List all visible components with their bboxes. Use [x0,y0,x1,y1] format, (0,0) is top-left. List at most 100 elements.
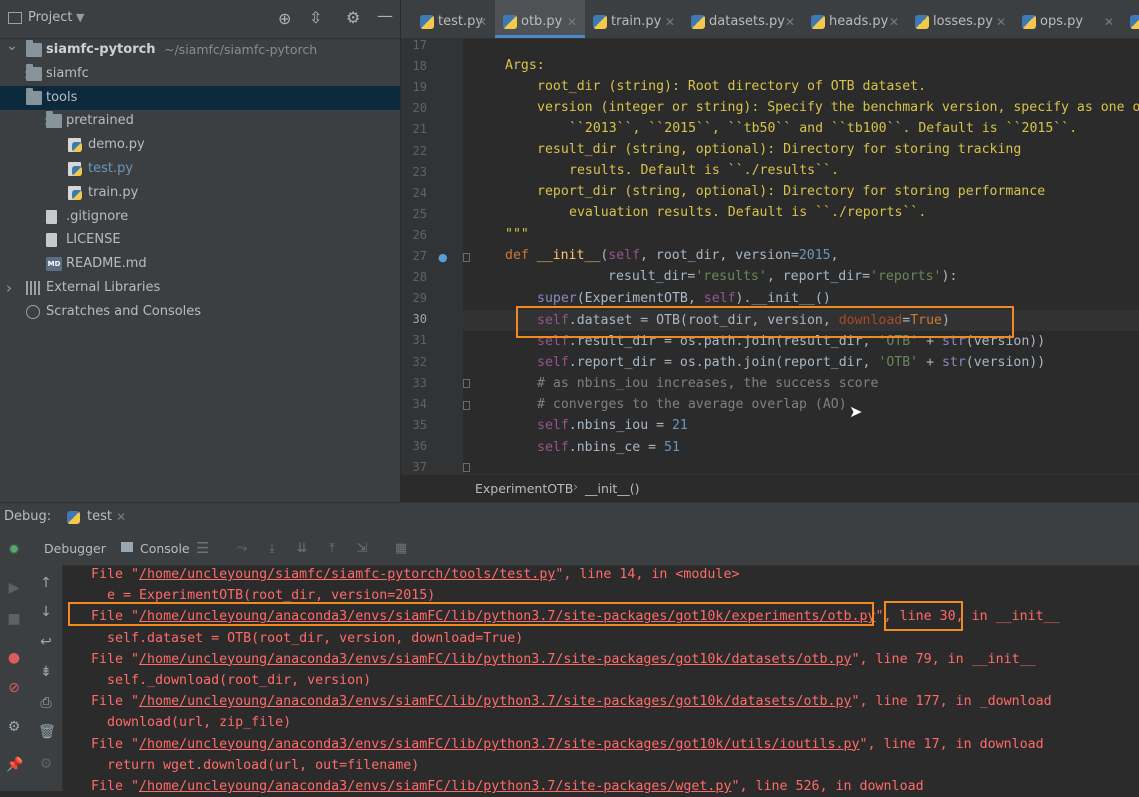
scroll-to-end-icon[interactable]: ⇟ [38,664,54,680]
tree-item-siamfc[interactable]: ›siamfc [0,62,400,86]
annotation-highlight-box [516,306,1014,338]
down-arrow-icon[interactable]: ↓ [38,604,54,620]
up-arrow-icon[interactable]: ↑ [38,575,54,591]
print-icon[interactable]: ⎙ [38,695,54,711]
tab-ops-py[interactable]: ops.py ✕ [1014,0,1122,38]
breadcrumb-class[interactable]: ExperimentOTB [475,481,573,496]
tree-item-label: README.md [66,256,147,272]
traceback-file-line[interactable]: File "/home/uncleyoung/anaconda3/envs/si… [91,776,924,797]
hide-icon[interactable]: — [377,6,393,25]
chevron-down-icon[interactable]: ▼ [76,11,84,24]
tab-heads-py[interactable]: heads.py ✕ [803,0,907,38]
close-icon[interactable]: ✕ [477,0,487,44]
override-marker-icon[interactable]: ● [438,251,448,264]
breadcrumb-separator: › [573,480,579,495]
python-file-icon [420,15,434,29]
annotation-highlight-box [884,601,963,631]
fold-marker-icon[interactable] [463,253,470,262]
tab-debugger[interactable]: Debugger [44,541,106,556]
tab-test-py[interactable]: test.py ✕ [412,0,495,38]
tab-console[interactable]: Console [140,541,190,556]
tree-item-test-py[interactable]: test.py [0,157,400,181]
mute-breakpoints-icon[interactable]: ⊘ [6,680,22,696]
tab-datasets-py[interactable]: datasets.py ✕ [683,0,803,38]
tree-item-scratches-and-consoles[interactable]: Scratches and Consoles [0,300,400,324]
console-icon [121,542,133,552]
close-icon[interactable]: ✕ [567,0,577,44]
annotation-highlight-box [68,602,874,626]
gear-icon[interactable]: ⚙ [346,8,360,27]
tree-item-tools[interactable]: ⌄tools [0,85,400,110]
pin-icon[interactable]: 📌 [6,757,23,773]
tree-item--gitignore[interactable]: .gitignore [0,205,400,229]
close-icon[interactable]: ✕ [116,510,126,524]
chevron-right-icon[interactable]: › [6,276,18,300]
tree-item-external-libraries[interactable]: › External Libraries [0,276,400,300]
tab-train-py[interactable]: train.py ✕ [585,0,683,38]
traceback-suffix: ", line 177, in _download [851,694,1052,710]
tab-losses-py[interactable]: losses.py ✕ [907,0,1014,38]
trash-icon[interactable]: 🗑 [38,724,56,740]
traceback-prefix: File " [91,736,140,752]
line-number: 25 [412,206,427,221]
chevron-down-icon[interactable]: ⌄ [6,34,18,58]
close-icon[interactable]: ✕ [1104,0,1114,44]
tree-item-train-py[interactable]: train.py [0,181,400,205]
traceback-file-link[interactable]: /home/uncleyoung/anaconda3/envs/siamFC/l… [139,737,860,752]
settings-icon[interactable]: ⚙ [6,719,22,735]
view-breakpoints-icon[interactable]: ● [6,650,22,666]
traceback-file-line[interactable]: File "/home/uncleyoung/siamfc/siamfc-pyt… [91,564,739,585]
tab-label: ops.py [1040,14,1084,29]
step-into-icon[interactable]: ⇊ [294,541,310,557]
code-line-23: results. Default is ``./results``. [569,163,839,178]
evaluate-icon[interactable]: ▦ [393,541,409,557]
soft-wrap-icon[interactable]: ↩ [38,634,54,650]
resume-icon[interactable]: ▶ [6,580,22,596]
tab-s[interactable]: s [1122,0,1139,38]
traceback-file-line[interactable]: File "/home/uncleyoung/anaconda3/envs/si… [91,649,1036,670]
bug-icon[interactable]: ✹ [6,542,22,558]
tree-item-demo-py[interactable]: demo.py [0,133,400,157]
locate-icon[interactable]: ⊕ [278,9,291,28]
close-icon[interactable]: ✕ [996,0,1006,44]
close-icon[interactable]: ✕ [889,0,899,44]
tree-item-label: siamfc-pytorch [46,42,156,57]
fold-marker-icon[interactable] [463,401,470,410]
code-line-24: report_dir (string, optional): Directory… [537,184,1046,199]
step-over-icon[interactable]: ⤓ [264,541,280,557]
traceback-code-line: self._download(root_dir, version) [91,673,372,688]
traceback-file-link[interactable]: /home/uncleyoung/anaconda3/envs/siamFC/l… [139,694,851,709]
tree-item-label: siamfc [46,65,89,81]
tab-label: losses.py [933,14,993,29]
menu-icon[interactable]: ☰ [196,539,209,557]
traceback-file-line[interactable]: File "/home/uncleyoung/anaconda3/envs/si… [91,691,1052,712]
code-line-20: version (integer or string): Specify the… [537,100,1139,115]
fold-marker-icon[interactable] [463,379,470,388]
code-line-25: evaluation results. Default is ``./repor… [569,205,927,220]
traceback-file-line[interactable]: File "/home/uncleyoung/anaconda3/envs/si… [91,734,1044,755]
traceback-code-line: self.dataset = OTB(root_dir, version, do… [91,630,524,646]
tree-item-readme-md[interactable]: MD README.md [0,252,400,276]
run-to-cursor-icon[interactable]: ⇲ [354,541,370,557]
tab-otb-py[interactable]: otb.py ✕ [495,0,585,38]
python-console-icon[interactable]: ⚙ [38,756,54,772]
tree-item-label: tools [46,89,78,105]
stop-icon[interactable]: ■ [6,611,22,627]
fold-marker-icon[interactable] [463,463,470,472]
tree-item-pretrained[interactable]: ›pretrained [0,109,400,133]
step-out-icon[interactable]: ⤒ [324,541,340,557]
show-execution-point-icon[interactable]: ⤳ [234,541,250,557]
tree-item-siamfc-pytorch[interactable]: ⌄ siamfc-pytorch ~/siamfc/siamfc-pytorch [0,38,400,62]
close-icon[interactable]: ✕ [785,0,795,44]
traceback-file-link[interactable]: /home/uncleyoung/siamfc/siamfc-pytorch/t… [139,567,555,582]
debug-run-tab[interactable]: test [87,509,112,524]
tree-item-license[interactable]: LICENSE [0,228,400,252]
collapse-all-icon[interactable]: ⇳ [309,8,322,27]
tab-label: heads.py [829,14,889,29]
close-icon[interactable]: ✕ [665,0,675,44]
traceback-file-link[interactable]: /home/uncleyoung/anaconda3/envs/siamFC/l… [139,779,731,794]
breadcrumb-method[interactable]: __init__() [585,481,640,496]
traceback-file-link[interactable]: /home/uncleyoung/anaconda3/envs/siamFC/l… [139,652,851,667]
project-title[interactable]: Project [28,10,72,25]
code-line-22: result_dir (string, optional): Directory… [537,142,1022,157]
